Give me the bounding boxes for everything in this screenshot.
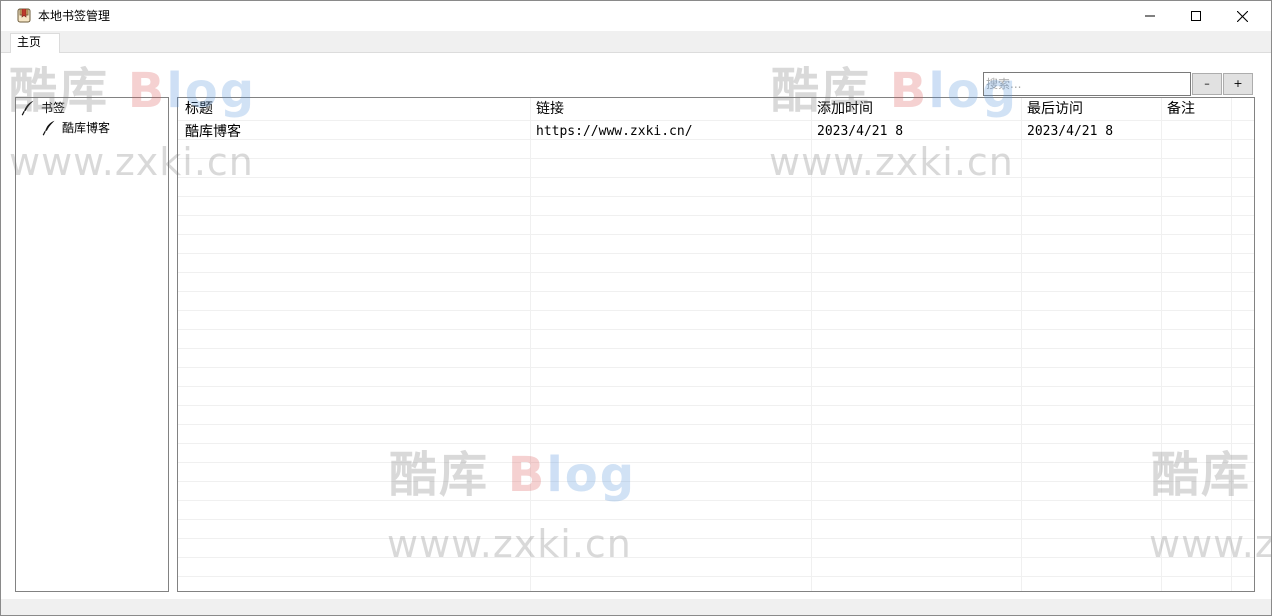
search-input[interactable] xyxy=(983,72,1191,96)
tree-node-zxki-blog[interactable]: 酷库博客 xyxy=(42,118,110,138)
feather-icon xyxy=(42,120,55,136)
remove-bookmark-button[interactable]: – xyxy=(1192,73,1222,95)
row-gridline xyxy=(178,158,1254,159)
row-gridline xyxy=(178,253,1254,254)
status-bar xyxy=(1,599,1271,615)
row-gridline xyxy=(178,348,1254,349)
bookmark-app-icon xyxy=(17,8,31,23)
tree-node-label: 酷库博客 xyxy=(62,121,111,135)
row-gridline xyxy=(178,196,1254,197)
maximize-icon xyxy=(1191,11,1201,21)
row-gridline xyxy=(178,386,1254,387)
minimize-button[interactable] xyxy=(1127,1,1173,31)
column-divider xyxy=(1231,98,1232,591)
row-gridline xyxy=(178,538,1254,539)
tree-node-bookmarks[interactable]: 书签 xyxy=(21,98,65,118)
minimize-icon xyxy=(1145,15,1155,17)
column-header-title[interactable]: 标题 xyxy=(185,100,213,118)
row-gridline xyxy=(178,329,1254,330)
row-gridline xyxy=(178,215,1254,216)
row-gridline xyxy=(178,291,1254,292)
app-window: 本地书签管理 主页 – + 书签 xyxy=(0,0,1272,616)
column-header-last-visit[interactable]: 最后访问 xyxy=(1027,100,1083,118)
row-gridline xyxy=(178,272,1254,273)
row-gridline xyxy=(178,177,1254,178)
row-gridline xyxy=(178,500,1254,501)
close-icon xyxy=(1236,10,1248,22)
column-header-added[interactable]: 添加时间 xyxy=(817,100,873,118)
row-gridline xyxy=(178,234,1254,235)
cell-added: 2023/4/21 8 xyxy=(817,124,904,139)
tree-node-label: 书签 xyxy=(41,101,66,115)
column-divider xyxy=(811,98,812,591)
bookmark-table[interactable]: 标题 链接 添加时间 最后访问 备注 酷库博客 https://www.zxki… xyxy=(177,97,1255,592)
add-bookmark-button[interactable]: + xyxy=(1223,73,1253,95)
cell-title: 酷库博客 xyxy=(185,124,241,140)
column-header-note[interactable]: 备注 xyxy=(1167,100,1195,118)
row-gridline xyxy=(178,519,1254,520)
row-gridline xyxy=(178,405,1254,406)
row-gridline xyxy=(178,576,1254,577)
row-gridline xyxy=(178,557,1254,558)
row-gridline xyxy=(178,120,1254,121)
main-panel: – + 书签 酷库博客 xyxy=(1,53,1271,599)
cell-url: https://www.zxki.cn/ xyxy=(536,124,693,139)
column-divider xyxy=(1021,98,1022,591)
row-gridline xyxy=(178,462,1254,463)
feather-icon xyxy=(21,100,34,116)
close-button[interactable] xyxy=(1219,1,1265,31)
window-title: 本地书签管理 xyxy=(38,9,111,23)
column-divider xyxy=(1161,98,1162,591)
column-header-url[interactable]: 链接 xyxy=(536,100,564,118)
tab-strip: 主页 xyxy=(1,31,1271,53)
column-divider xyxy=(530,98,531,591)
tab-home-label: 主页 xyxy=(17,35,42,49)
row-gridline xyxy=(178,310,1254,311)
tab-home[interactable]: 主页 xyxy=(10,33,60,53)
cell-last-visit: 2023/4/21 8 xyxy=(1027,124,1114,139)
row-gridline xyxy=(178,424,1254,425)
row-gridline xyxy=(178,443,1254,444)
row-gridline xyxy=(178,367,1254,368)
title-bar[interactable]: 本地书签管理 xyxy=(1,1,1271,31)
maximize-button[interactable] xyxy=(1173,1,1219,31)
bookmark-tree[interactable]: 书签 酷库博客 xyxy=(15,97,169,592)
row-gridline xyxy=(178,481,1254,482)
